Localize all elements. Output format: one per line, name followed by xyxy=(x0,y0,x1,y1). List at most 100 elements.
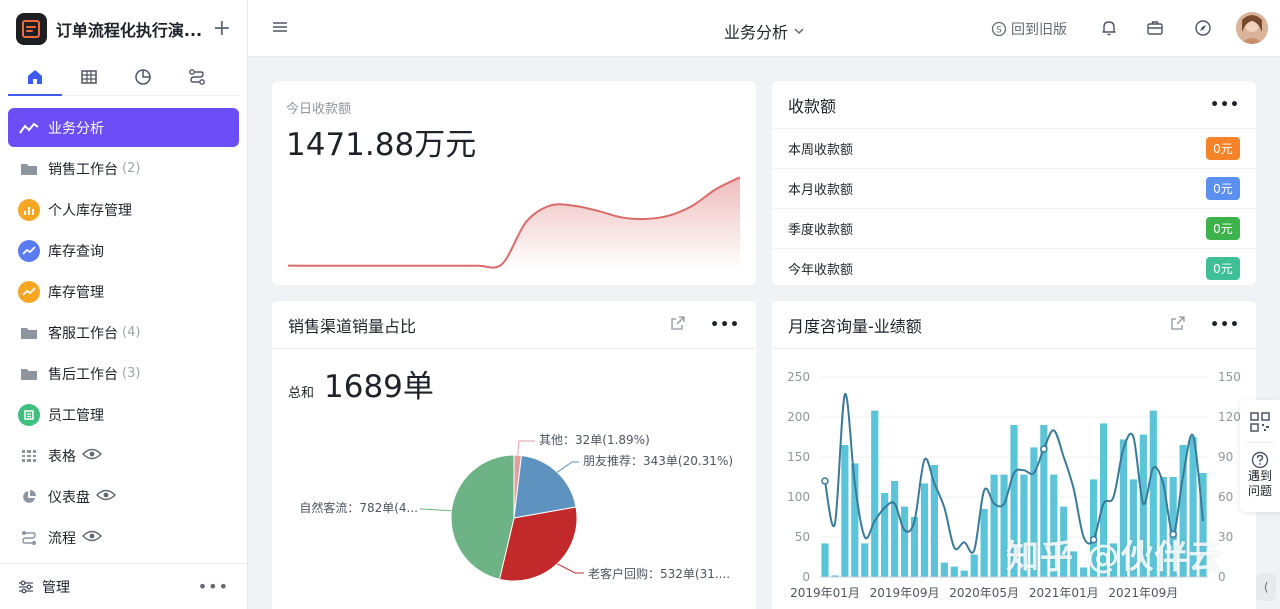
sidebar-nav: 业务分析 销售工作台 (2) 个人库存管理 库存查询 库存管理 客服工作台 (4… xyxy=(0,96,247,557)
page-switcher[interactable]: 业务分析 xyxy=(724,19,804,43)
sales-channel-card: 销售渠道销量占比 ••• 总和 1689单 其他：32单(1.89%) 朋友推荐：… xyxy=(272,301,756,609)
pie-leader-line xyxy=(420,508,452,512)
sidebar-item-label: 销售工作台 xyxy=(48,161,118,178)
item-count: (4) xyxy=(122,325,141,340)
settings-sliders-icon xyxy=(19,580,33,593)
bar[interactable] xyxy=(841,445,849,577)
x-tick: 2019年01月 xyxy=(790,586,860,600)
item-count: (2) xyxy=(122,161,141,176)
add-icon[interactable]: + xyxy=(213,18,231,40)
sidebar-item-service-workbench[interactable]: 客服工作台 (4) xyxy=(8,313,239,352)
bar[interactable] xyxy=(940,562,948,577)
compass-icon[interactable] xyxy=(1194,19,1212,41)
manage-footer[interactable]: 管理 ••• xyxy=(0,563,247,609)
sidebar-item-staff[interactable]: 员工管理 xyxy=(8,395,239,434)
pie-leader-line xyxy=(556,461,579,473)
app-title[interactable]: 订单流程化执行演... xyxy=(56,17,201,41)
bar-chart-icon xyxy=(18,198,40,221)
trend-icon xyxy=(18,239,40,262)
briefcase-icon[interactable] xyxy=(1146,19,1164,41)
svg-text:S: S xyxy=(996,26,1002,36)
line-point[interactable] xyxy=(1040,445,1048,453)
bar[interactable] xyxy=(980,509,988,577)
pie-label: 老客户回购：532单(31.... xyxy=(588,566,730,581)
help-button[interactable]: 遇到 问题 xyxy=(1248,451,1272,499)
sidebar-item-flows[interactable]: 流程 xyxy=(8,518,239,557)
receipt-row: 季度收款额 0元 xyxy=(772,209,1256,249)
bar[interactable] xyxy=(821,543,829,577)
home-icon xyxy=(28,69,42,84)
more-icon[interactable]: ••• xyxy=(198,577,229,596)
sidebar-item-label: 表格 xyxy=(48,448,76,465)
pie-label: 自然客流：782单(4... xyxy=(299,500,418,515)
menu-icon[interactable] xyxy=(272,19,288,39)
x-tick: 2020年05月 xyxy=(949,586,1019,600)
x-tick: 2019年09月 xyxy=(870,586,940,600)
tab-dashboard[interactable] xyxy=(116,58,170,95)
bar[interactable] xyxy=(900,506,909,577)
trend-icon xyxy=(18,117,40,139)
line-point[interactable] xyxy=(821,477,829,485)
bar[interactable] xyxy=(891,481,899,577)
tab-table[interactable] xyxy=(62,58,116,95)
bar[interactable] xyxy=(861,543,869,577)
sidebar-item-label: 仪表盘 xyxy=(48,489,90,506)
more-icon[interactable]: ••• xyxy=(1210,97,1240,113)
bar[interactable] xyxy=(920,483,929,577)
eye-icon[interactable] xyxy=(96,489,116,505)
sidebar: 订单流程化执行演... + 业务分析 销售工作台 (2) 个人库存管理 库存查询… xyxy=(0,0,248,609)
sidebar-item-tables[interactable]: 表格 xyxy=(8,436,239,475)
app-header: 订单流程化执行演... + xyxy=(0,0,247,58)
pie-leader-line xyxy=(517,440,535,456)
eye-icon[interactable] xyxy=(82,448,102,464)
sidebar-item-sales-workbench[interactable]: 销售工作台 (2) xyxy=(8,149,239,188)
sidebar-item-inventory-manage[interactable]: 库存管理 xyxy=(8,272,239,311)
sidebar-item-label: 库存管理 xyxy=(48,284,104,301)
y-left-tick: 50 xyxy=(795,530,810,544)
watermark: 知乎 @伙伴云 xyxy=(1006,537,1223,576)
topbar: 业务分析 S 回到旧版 xyxy=(248,0,1280,57)
avatar[interactable] xyxy=(1236,12,1268,44)
pie-chart-icon xyxy=(135,68,151,85)
sidebar-item-label: 业务分析 xyxy=(48,120,104,137)
receipt-label: 本周收款额 xyxy=(788,143,854,158)
back-to-old-version-button[interactable]: S 回到旧版 xyxy=(991,19,1067,39)
qrcode-icon[interactable] xyxy=(1250,412,1270,432)
app-logo xyxy=(16,13,47,45)
y-left-tick: 100 xyxy=(787,490,810,504)
y-right-tick: 120 xyxy=(1218,410,1241,424)
folder-icon xyxy=(18,322,40,344)
sidebar-item-label: 流程 xyxy=(48,530,76,547)
trend-icon xyxy=(18,280,40,303)
eye-icon[interactable] xyxy=(82,530,102,546)
y-right-tick: 90 xyxy=(1218,450,1233,464)
page-title: 业务分析 xyxy=(724,23,789,42)
sidebar-item-aftersales-workbench[interactable]: 售后工作台 (3) xyxy=(8,354,239,393)
bell-icon[interactable] xyxy=(1100,19,1118,41)
bar[interactable] xyxy=(960,570,968,577)
help-label: 问题 xyxy=(1247,484,1272,498)
bar[interactable] xyxy=(871,410,879,577)
folder-icon xyxy=(18,158,40,180)
y-right-tick: 60 xyxy=(1218,490,1233,504)
receipt-row: 本周收款额 0元 xyxy=(772,129,1256,169)
bar[interactable] xyxy=(970,554,978,577)
grid-icon xyxy=(18,445,40,467)
bar[interactable] xyxy=(990,474,998,577)
receipt-label: 今年收款额 xyxy=(788,263,854,278)
sidebar-item-personal-inventory[interactable]: 个人库存管理 xyxy=(8,190,239,229)
sidebar-item-dashboards[interactable]: 仪表盘 xyxy=(8,477,239,516)
tab-flow[interactable] xyxy=(170,58,224,95)
receipt-value: 0元 xyxy=(1206,257,1240,280)
sidebar-item-inventory-query[interactable]: 库存查询 xyxy=(8,231,239,270)
today-trend-chart xyxy=(287,176,741,269)
sidebar-item-business-analysis[interactable]: 业务分析 xyxy=(8,108,239,147)
chevron-down-icon xyxy=(794,28,804,34)
y-right-tick: 150 xyxy=(1218,370,1241,384)
y-left-tick: 150 xyxy=(787,450,810,464)
sidebar-item-label: 客服工作台 xyxy=(48,325,118,342)
tab-home[interactable] xyxy=(8,58,62,96)
table-icon xyxy=(81,69,97,84)
bar[interactable] xyxy=(950,566,958,577)
collapse-panel-button[interactable]: ⟨ xyxy=(1256,573,1276,601)
